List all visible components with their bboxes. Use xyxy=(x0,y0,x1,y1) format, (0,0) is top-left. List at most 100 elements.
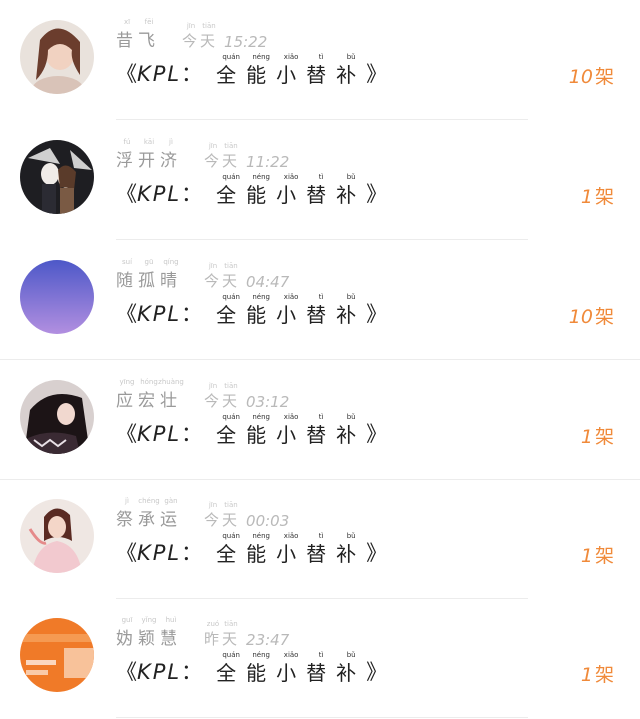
hanzi: 能 xyxy=(246,661,277,685)
message-row[interactable]: suí 随 gū 孤 qíng 晴 jīn 今 tiān 天 04:47 《KPL： quán 全 néng… xyxy=(0,240,640,360)
ruby-char: guī 妫 xyxy=(116,616,138,649)
open-bracket: 《 xyxy=(116,660,137,684)
hanzi: 颖 xyxy=(138,629,160,649)
pinyin-annotation: yīng xyxy=(119,378,135,386)
pinyin-annotation: néng xyxy=(252,413,270,421)
open-bracket: 《 xyxy=(116,422,137,446)
avatar[interactable] xyxy=(20,140,94,214)
message-row[interactable]: xī 昔 fēi 飞 jīn 今 tiān 天 15:22 《KPL： quán 全 néng 能 xiǎo… xyxy=(0,0,640,120)
pinyin-annotation: xiǎo xyxy=(283,532,299,540)
row-divider xyxy=(116,717,528,718)
hanzi: 天 xyxy=(222,272,241,290)
hanzi: 能 xyxy=(246,63,277,87)
sender-line: suí 随 gū 孤 qíng 晴 jīn 今 tiān 天 04:47 xyxy=(116,258,289,296)
hanzi: 小 xyxy=(276,542,307,566)
avatar[interactable] xyxy=(20,20,94,94)
title-prefix: KPL xyxy=(137,660,182,684)
ruby-char: zuó 昨 xyxy=(204,620,222,649)
pinyin-annotation: tiān xyxy=(224,620,238,628)
pinyin-annotation: bǔ xyxy=(346,53,356,61)
pinyin-annotation: hóng xyxy=(140,378,158,386)
ruby-char: néng 能 xyxy=(246,413,276,448)
timestamp: 00:03 xyxy=(246,512,290,530)
ruby-char: jīn 今 xyxy=(204,382,223,411)
pinyin-annotation: néng xyxy=(252,173,270,181)
ruby-char: tì 替 xyxy=(306,173,336,208)
message-row[interactable]: jì 祭 chéng 承 gàn 运 jīn 今 tiān 天 00:03 《KPL： quán 全 nén… xyxy=(0,479,640,599)
pinyin-annotation: xiǎo xyxy=(283,53,299,61)
hanzi: 小 xyxy=(276,63,307,87)
hanzi: 今 xyxy=(204,392,223,410)
hanzi: 开 xyxy=(138,151,160,171)
message-row[interactable]: yīng 应 hóng 宏 zhuàng 壮 jīn 今 tiān 天 03:12 《KPL： quán… xyxy=(0,360,640,480)
pinyin-annotation: chéng xyxy=(138,497,160,505)
pinyin-annotation: guī xyxy=(121,616,133,624)
sender-name: yīng 应 hóng 宏 zhuàng 壮 xyxy=(116,378,184,411)
message-title[interactable]: 《KPL： quán 全 néng 能 xiǎo 小 tì 替 bǔ 补》 xyxy=(116,651,387,692)
ruby-char: tì 替 xyxy=(306,413,336,448)
ruby-char: tiān 天 xyxy=(222,620,240,649)
message-title[interactable]: 《KPL： quán 全 néng 能 xiǎo 小 tì 替 bǔ 补》 xyxy=(116,532,387,573)
hanzi: 小 xyxy=(276,303,307,327)
sender-line: guī 妫 yǐng 颖 huì 慧 zuó 昨 tiān 天 23:47 xyxy=(116,616,289,654)
count-unit: 架 xyxy=(594,545,614,567)
sender-name: guī 妫 yǐng 颖 huì 慧 xyxy=(116,616,182,649)
ruby-char: tì 替 xyxy=(306,293,336,328)
pinyin-annotation: quán xyxy=(222,173,240,181)
hanzi: 全 xyxy=(216,423,247,447)
pinyin-annotation: zhuàng xyxy=(158,378,184,386)
pinyin-annotation: tì xyxy=(318,413,324,421)
count-unit: 架 xyxy=(594,306,614,328)
message-title[interactable]: 《KPL： quán 全 néng 能 xiǎo 小 tì 替 bǔ 补》 xyxy=(116,293,387,334)
pinyin-annotation: bǔ xyxy=(346,651,356,659)
pinyin-annotation: bǔ xyxy=(346,173,356,181)
day-label: jīn 今 tiān 天 xyxy=(204,501,240,530)
pinyin-annotation: fēi xyxy=(144,18,154,26)
timestamp: 15:22 xyxy=(224,33,268,51)
message-title[interactable]: 《KPL： quán 全 néng 能 xiǎo 小 tì 替 bǔ 补》 xyxy=(116,413,388,454)
gift-count: 10 架 xyxy=(569,302,614,329)
pinyin-annotation: néng xyxy=(252,53,270,61)
pinyin-annotation: jīn xyxy=(208,382,218,390)
hanzi: 今 xyxy=(204,152,223,170)
hanzi: 飞 xyxy=(138,31,160,51)
count-unit: 架 xyxy=(594,66,614,88)
title-prefix: KPL xyxy=(137,62,182,86)
ruby-char: quán 全 xyxy=(216,413,247,448)
title-colon: ： xyxy=(181,62,203,86)
sender-line: jì 祭 chéng 承 gàn 运 jīn 今 tiān 天 00:03 xyxy=(116,497,290,535)
day-label: jīn 今 tiān 天 xyxy=(204,142,240,171)
hanzi: 小 xyxy=(276,661,307,685)
ruby-char: xiǎo 小 xyxy=(276,293,307,328)
avatar[interactable] xyxy=(20,380,94,454)
ruby-char: gū 孤 xyxy=(138,258,160,291)
message-title[interactable]: 《KPL： quán 全 néng 能 xiǎo 小 tì 替 bǔ 补》 xyxy=(116,173,388,214)
avatar[interactable] xyxy=(20,618,94,692)
ruby-char: quán 全 xyxy=(216,53,246,88)
message-title[interactable]: 《KPL： quán 全 néng 能 xiǎo 小 tì 替 bǔ 补》 xyxy=(116,53,387,94)
open-bracket: 《 xyxy=(116,541,137,565)
message-row[interactable]: fú 浮 kāi 开 jì 济 jīn 今 tiān 天 11:22 《KPL： quán 全 néng 能 x… xyxy=(0,120,640,240)
close-bracket: 》 xyxy=(366,182,388,206)
ruby-char: bǔ 补 xyxy=(336,532,366,567)
avatar[interactable] xyxy=(20,499,94,573)
hanzi: 替 xyxy=(306,63,337,87)
ruby-char: jì 祭 xyxy=(116,497,138,530)
hanzi: 济 xyxy=(160,151,182,171)
hanzi: 承 xyxy=(138,510,160,530)
hanzi: 全 xyxy=(216,542,247,566)
ruby-char: suí 随 xyxy=(116,258,138,291)
open-bracket: 《 xyxy=(116,302,137,326)
message-row[interactable]: guī 妫 yǐng 颖 huì 慧 zuó 昨 tiān 天 23:47 《KPL： quán 全 nén… xyxy=(0,598,640,718)
count-value: 1 xyxy=(580,664,593,686)
gift-count: 10 架 xyxy=(569,62,614,89)
hanzi: 晴 xyxy=(160,271,182,291)
hanzi: 补 xyxy=(336,423,367,447)
hanzi: 小 xyxy=(276,183,307,207)
hanzi: 祭 xyxy=(116,510,138,530)
close-bracket: 》 xyxy=(366,422,388,446)
avatar[interactable] xyxy=(20,260,94,334)
pinyin-annotation: tiān xyxy=(224,382,238,390)
ruby-char: bǔ 补 xyxy=(336,53,366,88)
ruby-char: quán 全 xyxy=(216,651,246,686)
